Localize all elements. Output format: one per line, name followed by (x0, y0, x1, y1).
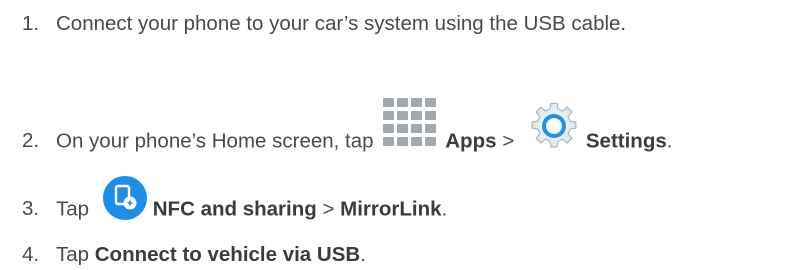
separator: > (496, 129, 520, 153)
step-text: Connect your phone to your car’s system … (56, 12, 627, 35)
settings-gear-icon (526, 98, 582, 154)
nfc-sharing-icon (101, 174, 149, 222)
step-number: 2. (22, 129, 40, 153)
settings-label: Settings (585, 129, 667, 153)
step-number: 4. (22, 243, 40, 266)
separator: > (316, 197, 341, 221)
apps-grid-icon (379, 94, 443, 154)
step-4: 4. Tap Connect to vehicle via USB. (22, 243, 366, 266)
step-2: 2. On your phone’s Home screen, tap Apps… (22, 98, 673, 172)
step-number: 3. (22, 197, 40, 221)
step-prefix: Tap (56, 197, 95, 221)
step-number: 1. (22, 12, 40, 35)
step-suffix: . (360, 243, 366, 266)
step-1: 1. Connect your phone to your car’s syste… (22, 12, 627, 35)
apps-label: Apps (445, 129, 497, 153)
nfc-label: NFC and sharing (152, 197, 317, 221)
step-prefix: Tap (56, 243, 95, 266)
step-prefix: On your phone’s Home screen, tap (56, 129, 380, 153)
mirrorlink-label: MirrorLink (340, 197, 442, 221)
connect-label: Connect to vehicle via USB (94, 243, 361, 266)
step-suffix: . (666, 129, 673, 153)
step-3: 3. Tap NFC and sharing > MirrorLink. (22, 176, 448, 234)
step-suffix: . (441, 197, 448, 221)
